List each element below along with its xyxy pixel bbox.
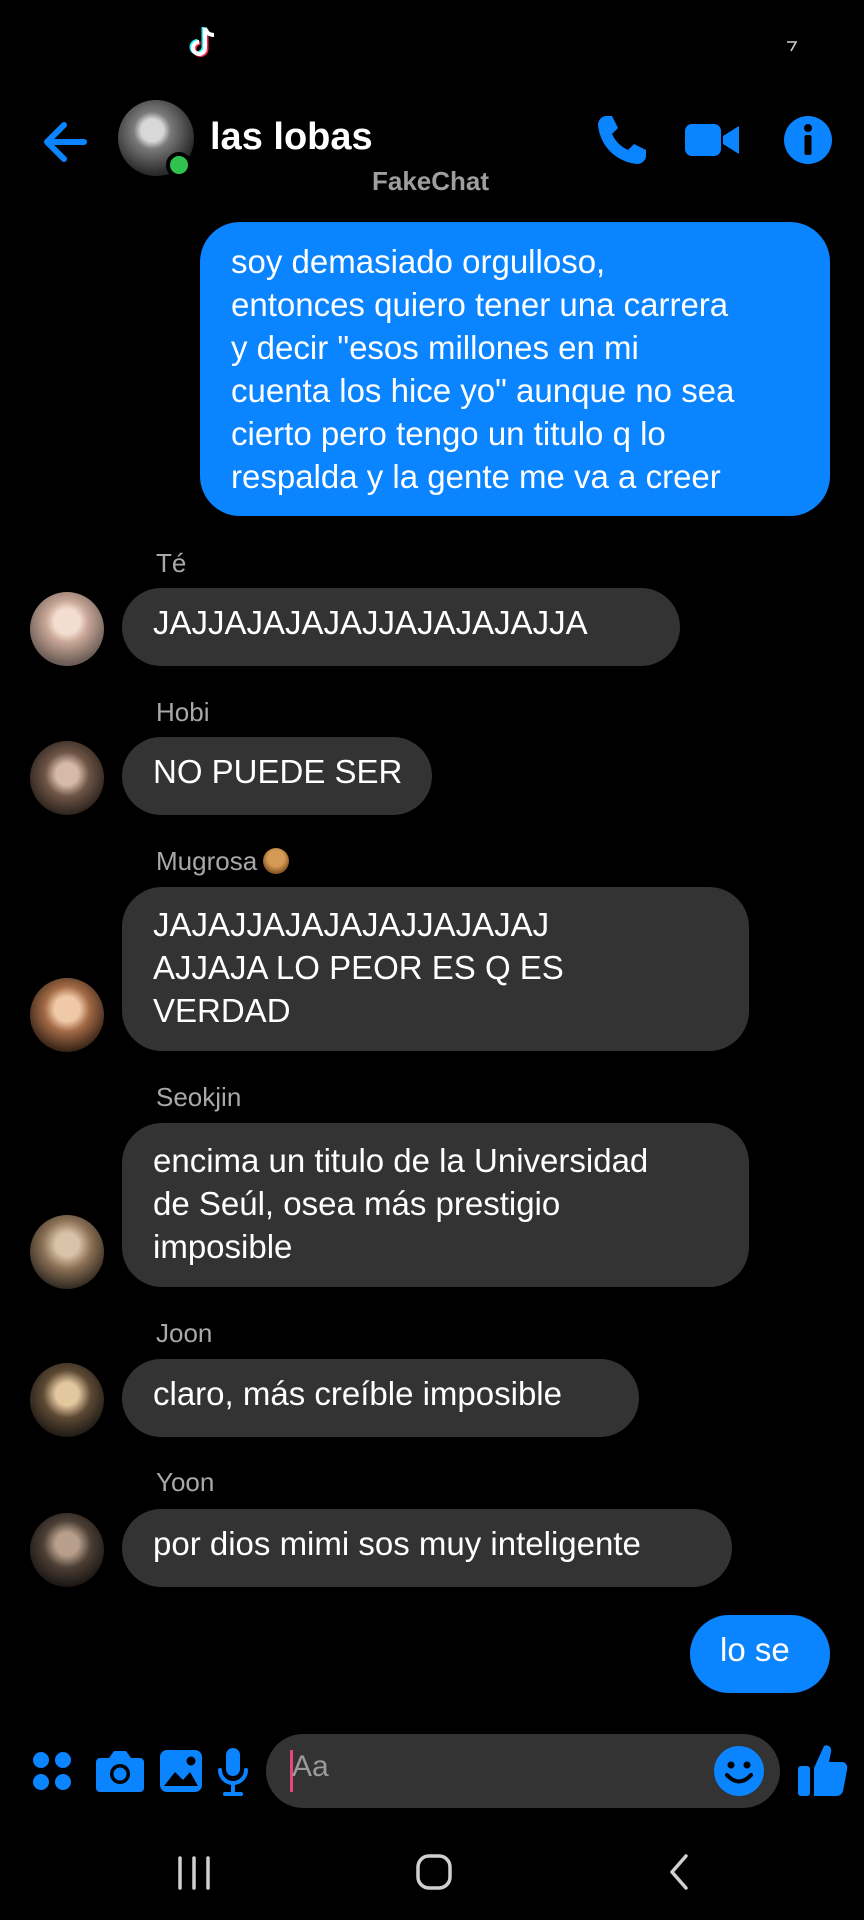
thumbs-up-icon[interactable] <box>796 1738 848 1800</box>
message-line: JAJJAJAJAJAJJAJAJAJAJJA <box>153 604 588 641</box>
incoming-message-bubble[interactable]: NO PUEDE SER <box>122 737 432 815</box>
message-line: AJJAJA LO PEOR ES Q ES <box>153 949 564 986</box>
avatar[interactable] <box>30 978 104 1052</box>
avatar[interactable] <box>30 1215 104 1289</box>
message-line: respalda y la gente me va a creer <box>231 458 721 495</box>
incoming-message-bubble[interactable]: JAJAJJAJAJAJAJJAJAJAJ AJJAJA LO PEOR ES … <box>122 887 749 1051</box>
message-line: entonces quiero tener una carrera <box>231 286 729 323</box>
message-line: soy demasiado orgulloso, <box>231 243 606 280</box>
home-icon[interactable] <box>413 1850 455 1894</box>
sender-name-text: Mugrosa <box>156 846 258 876</box>
avatar[interactable] <box>30 1513 104 1587</box>
camera-icon[interactable] <box>94 1742 146 1800</box>
chat-header: las lobas FakeChat <box>0 90 864 210</box>
avatar[interactable] <box>30 741 104 815</box>
outgoing-message-bubble[interactable]: soy demasiado orgulloso, entonces quiero… <box>200 222 830 516</box>
incoming-message-bubble[interactable]: por dios mimi sos muy inteligente <box>122 1509 732 1587</box>
system-navigation-bar <box>0 1830 864 1920</box>
message-line: por dios mimi sos muy inteligente <box>153 1525 641 1562</box>
recent-apps-icon[interactable] <box>174 1852 214 1894</box>
phone-icon[interactable] <box>592 110 652 170</box>
outgoing-message-bubble[interactable]: lo se <box>690 1615 830 1693</box>
sender-name: Hobi <box>156 697 210 727</box>
monkey-emoji-icon <box>263 848 290 874</box>
info-icon[interactable] <box>778 110 838 170</box>
message-line: imposible <box>153 1228 293 1265</box>
signal-icon <box>787 41 798 52</box>
sender-name: Mugrosa <box>156 846 290 877</box>
emoji-icon[interactable] <box>712 1744 766 1798</box>
online-indicator <box>166 152 192 178</box>
chat-title[interactable]: las lobas <box>210 116 373 159</box>
message-line: JAJAJJAJAJAJAJJAJAJAJ <box>153 906 550 943</box>
message-line: VERDAD <box>153 992 291 1029</box>
apps-icon[interactable] <box>30 1742 76 1800</box>
message-line: cierto pero tengo un titulo q lo <box>231 415 666 452</box>
message-line: cuenta los hice yo" aunque no sea <box>231 372 735 409</box>
message-line: NO PUEDE SER <box>153 753 403 790</box>
sender-name: Seokjin <box>156 1082 242 1112</box>
incoming-message-bubble[interactable]: claro, más creíble imposible <box>122 1359 639 1437</box>
tiktok-icon <box>189 27 215 57</box>
message-line: lo se <box>720 1631 790 1668</box>
gallery-icon[interactable] <box>158 1742 204 1800</box>
message-line: y decir "esos millones en mi <box>231 329 639 366</box>
sender-name: Yoon <box>156 1467 215 1497</box>
microphone-icon[interactable] <box>216 1742 250 1800</box>
message-line: de Seúl, osea más prestigio <box>153 1185 561 1222</box>
watermark-label: FakeChat <box>372 166 490 196</box>
status-bar <box>0 0 864 90</box>
video-camera-icon[interactable] <box>682 110 742 170</box>
incoming-message-bubble[interactable]: JAJJAJAJAJAJJAJAJAJAJJA <box>122 588 680 666</box>
sender-name: Joon <box>156 1318 213 1348</box>
message-line: claro, más creíble imposible <box>153 1375 562 1412</box>
avatar[interactable] <box>30 1363 104 1437</box>
message-line: encima un titulo de la Universidad <box>153 1142 649 1179</box>
avatar[interactable] <box>30 592 104 666</box>
back-arrow-icon[interactable] <box>36 112 96 172</box>
incoming-message-bubble[interactable]: encima un titulo de la Universidad de Se… <box>122 1123 749 1287</box>
message-input-placeholder: Aa <box>292 1750 329 1783</box>
sender-name: Té <box>156 548 187 578</box>
back-icon[interactable] <box>662 1850 696 1894</box>
message-input[interactable]: Aa <box>266 1734 780 1808</box>
